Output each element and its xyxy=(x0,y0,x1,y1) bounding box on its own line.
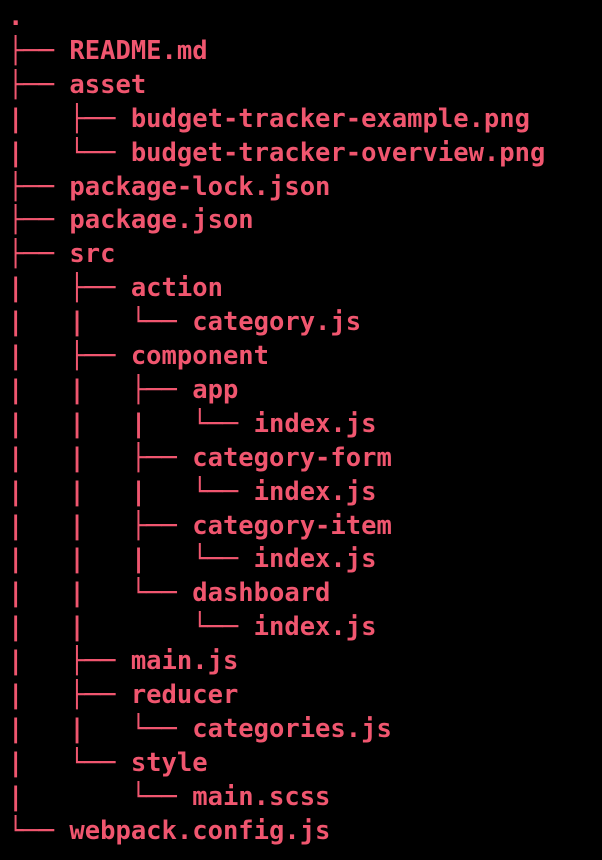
tree-entry: | | | └── index.js xyxy=(8,407,376,441)
tree-entry: | | ├── category-item xyxy=(8,509,392,543)
tree-entry: └── webpack.config.js xyxy=(8,814,330,848)
tree-entry-name: dashboard xyxy=(192,578,331,609)
tree-entry-name: main.js xyxy=(130,646,239,677)
tree-branch-prefix: | └── xyxy=(8,747,131,778)
tree-entry-name: categories.js xyxy=(192,713,392,744)
tree-entry: | | | └── index.js xyxy=(8,542,376,576)
tree-entry-name: index.js xyxy=(253,408,377,439)
tree-entry: | ├── reducer xyxy=(8,678,238,712)
tree-branch-prefix: ├── xyxy=(8,205,70,236)
tree-entry: | | ├── app xyxy=(8,373,238,407)
tree-entry-name: component xyxy=(130,341,269,371)
tree-entry: | ├── component xyxy=(8,339,269,373)
tree-branch-prefix: | ├── xyxy=(8,103,131,134)
tree-entry-name: package.json xyxy=(69,205,254,236)
tree-entry-name: action xyxy=(130,273,223,304)
tree-entry-name: app xyxy=(192,374,239,405)
tree-branch-prefix: | | └── xyxy=(8,578,193,609)
tree-entry: | └── style xyxy=(8,746,208,780)
tree-entry: | ├── main.js xyxy=(8,644,238,678)
tree-entry: ├── asset xyxy=(8,68,146,102)
tree-branch-prefix: | | └── xyxy=(8,307,193,338)
tree-branch-prefix: | | └── xyxy=(8,713,193,744)
tree-branch-prefix: | ├── xyxy=(8,273,131,304)
tree-branch-prefix: ├── xyxy=(8,239,70,270)
tree-entry: ├── README.md xyxy=(8,34,208,68)
tree-entry: | | └── index.js xyxy=(8,610,376,644)
tree-entry-name: style xyxy=(130,747,208,778)
tree-branch-prefix: | | └── xyxy=(8,612,254,643)
tree-entry-name: category-form xyxy=(192,442,392,473)
tree-entry-name: asset xyxy=(69,69,147,100)
tree-entry: | | └── dashboard xyxy=(8,576,330,610)
tree-entry: ├── package-lock.json xyxy=(8,170,330,204)
tree-entry-name: index.js xyxy=(253,612,377,643)
tree-entry-name: README.md xyxy=(69,35,208,66)
tree-branch-prefix: | ├── xyxy=(8,341,131,371)
tree-branch-prefix: | ├── xyxy=(8,680,131,710)
tree-entry-name: reducer xyxy=(130,680,239,710)
tree-entry-name: package-lock.json xyxy=(69,171,331,202)
tree-branch-prefix: | └── xyxy=(8,781,193,812)
tree-entry-name: index.js xyxy=(253,544,377,575)
tree-branch-prefix: | | | └── xyxy=(8,544,254,575)
tree-branch-prefix: | | ├── xyxy=(8,442,193,473)
tree-entry-name: main.scss xyxy=(192,781,331,812)
terminal-window: . ├── README.md ├── asset | ├── budget-trac… xyxy=(0,0,602,860)
tree-branch-prefix: | ├── xyxy=(8,646,131,677)
tree-entry-name: budget-tracker-overview.png xyxy=(130,137,546,168)
tree-entry-name: category.js xyxy=(192,307,362,338)
tree-branch-prefix: | | ├── xyxy=(8,374,193,405)
tree-root: . xyxy=(8,0,23,34)
tree-branch-prefix: . xyxy=(8,2,24,32)
tree-entry: | └── budget-tracker-overview.png xyxy=(8,136,545,170)
tree-entry: | | └── category.js xyxy=(8,305,361,339)
tree-branch-prefix: ├── xyxy=(8,171,70,202)
tree-branch-prefix: | | | └── xyxy=(8,476,254,507)
tree-branch-prefix: | └── xyxy=(8,137,131,168)
tree-entry-name: index.js xyxy=(253,476,377,507)
tree-entry: | | ├── category-form xyxy=(8,441,392,475)
tree-branch-prefix: | | ├── xyxy=(8,510,193,541)
tree-branch-prefix: | | | └── xyxy=(8,408,254,439)
tree-branch-prefix: ├── xyxy=(8,35,70,66)
tree-entry: ├── src xyxy=(8,237,115,271)
tree-entry-name: budget-tracker-example.png xyxy=(130,103,530,134)
tree-entry: | | | └── index.js xyxy=(8,475,376,509)
tree-entry: | ├── action xyxy=(8,271,223,305)
tree-entry-name: category-item xyxy=(192,510,392,541)
tree-branch-prefix: └── xyxy=(8,815,70,846)
tree-entry: | └── main.scss xyxy=(8,780,330,814)
tree-entry: | ├── budget-tracker-example.png xyxy=(8,102,530,136)
tree-entry: ├── package.json xyxy=(8,203,254,237)
tree-entry-name: webpack.config.js xyxy=(69,815,331,846)
tree-branch-prefix: ├── xyxy=(8,69,70,100)
tree-entry-name: src xyxy=(69,239,116,270)
tree-entry: | | └── categories.js xyxy=(8,712,392,746)
